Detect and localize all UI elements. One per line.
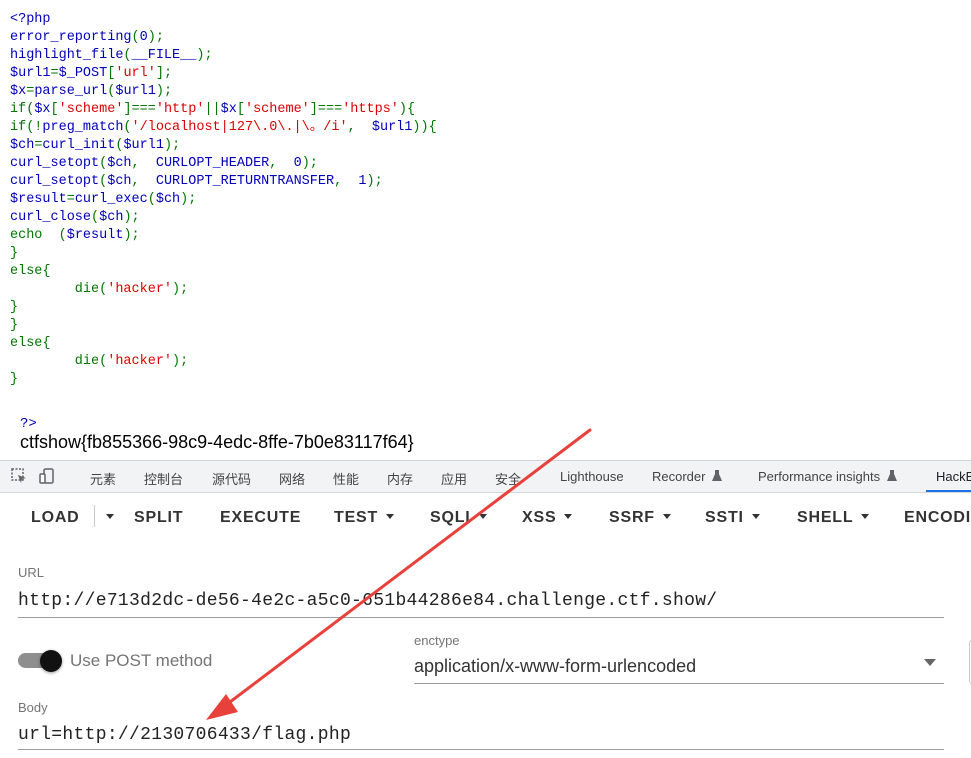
annotation-arrow (206, 428, 592, 720)
